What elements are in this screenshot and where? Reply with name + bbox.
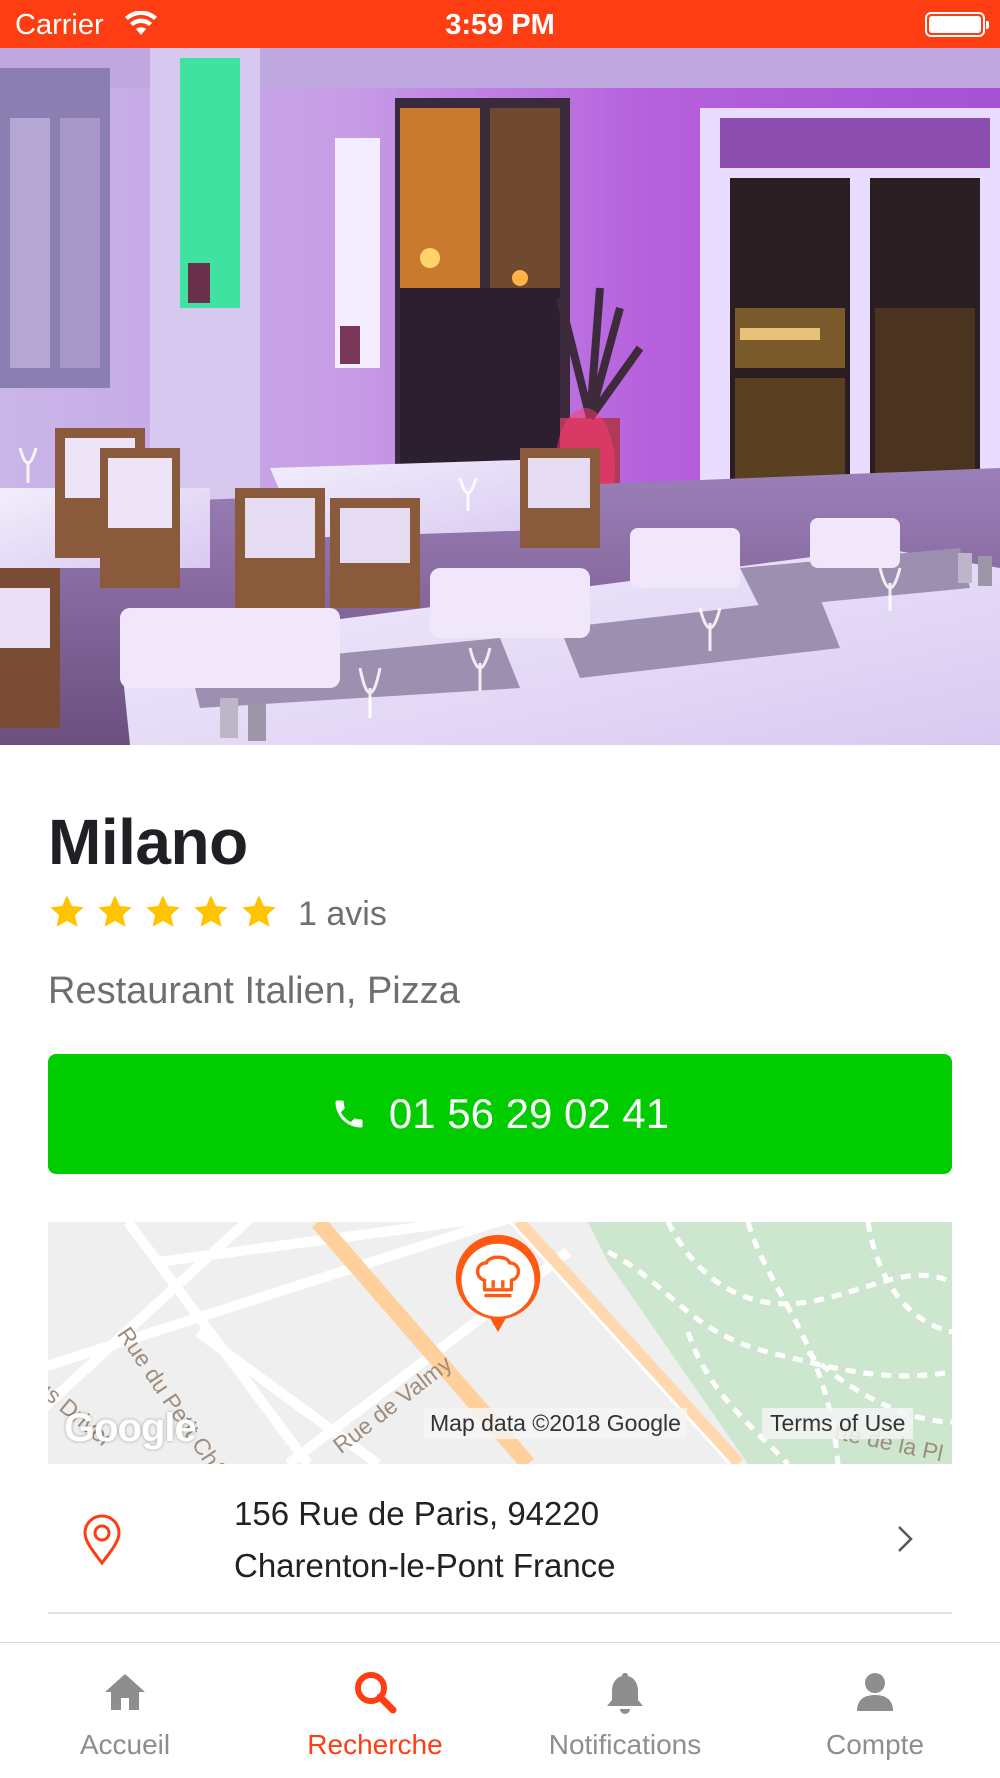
phone-number: 01 56 29 02 41 bbox=[388, 1090, 670, 1137]
address-text: 156 Rue de Paris, 94220 Charenton-le-Pon… bbox=[234, 1488, 616, 1592]
home-icon bbox=[105, 1674, 145, 1710]
location-map[interactable]: Rue du Petit Château Rue de Valmy ius Dr… bbox=[48, 1222, 952, 1464]
tab-accueil[interactable]: Accueil bbox=[0, 1643, 250, 1778]
chef-hat-icon[interactable] bbox=[450, 1232, 546, 1338]
phone-icon bbox=[335, 1100, 363, 1128]
restaurant-name: Milano bbox=[48, 806, 248, 878]
tab-label: Recherche bbox=[307, 1729, 443, 1760]
star-icon bbox=[98, 895, 132, 927]
clock: 3:59 PM bbox=[445, 9, 555, 41]
status-bar: Carrier 3:59 PM bbox=[0, 0, 1000, 48]
rating-stars bbox=[48, 893, 278, 931]
restaurant-categories: Restaurant Italien, Pizza bbox=[48, 970, 460, 1012]
user-icon bbox=[857, 1673, 893, 1711]
tab-bar: Accueil Recherche Notifications Compte bbox=[0, 1642, 1000, 1778]
search-icon bbox=[355, 1672, 397, 1714]
star-icon bbox=[50, 895, 84, 927]
tab-notifications[interactable]: Notifications bbox=[500, 1643, 750, 1778]
review-count[interactable]: 1 avis bbox=[298, 895, 387, 934]
battery-icon bbox=[925, 12, 989, 37]
map-attribution: Map data ©2018 Google bbox=[424, 1408, 687, 1439]
tab-recherche[interactable]: Recherche bbox=[250, 1643, 500, 1778]
address-row[interactable]: 156 Rue de Paris, 94220 Charenton-le-Pon… bbox=[48, 1464, 952, 1614]
location-pin-icon bbox=[83, 1514, 121, 1566]
restaurant-photo[interactable] bbox=[0, 48, 1000, 745]
bell-icon bbox=[607, 1673, 643, 1714]
star-icon bbox=[242, 895, 276, 927]
chevron-right-icon bbox=[898, 1526, 913, 1552]
address-line-1: 156 Rue de Paris, 94220 bbox=[234, 1495, 600, 1532]
address-line-2: Charenton-le-Pont France bbox=[234, 1547, 616, 1584]
tab-compte[interactable]: Compte bbox=[750, 1643, 1000, 1778]
call-button[interactable]: 01 56 29 02 41 bbox=[48, 1054, 952, 1174]
tab-label: Compte bbox=[825, 1729, 925, 1760]
google-logo: Google bbox=[64, 1406, 197, 1450]
tab-label: Accueil bbox=[79, 1729, 171, 1760]
restaurant-photo-image bbox=[0, 48, 1000, 745]
star-icon bbox=[146, 895, 180, 927]
tab-label: Notifications bbox=[548, 1729, 702, 1760]
map-terms-link[interactable]: Terms of Use bbox=[762, 1408, 914, 1439]
star-icon bbox=[194, 895, 228, 927]
